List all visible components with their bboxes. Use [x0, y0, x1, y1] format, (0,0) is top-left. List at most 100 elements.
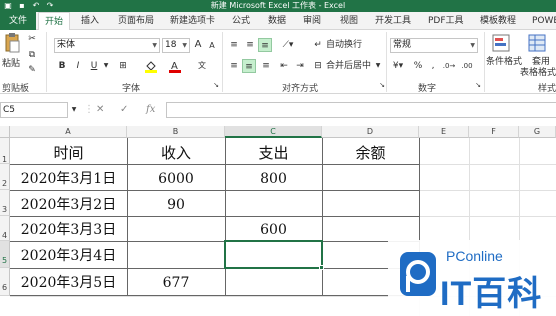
undo-icon[interactable]: ↶: [30, 1, 42, 11]
increase-indent-icon[interactable]: ⇥: [294, 59, 306, 73]
wrap-text-icon[interactable]: ↵: [312, 38, 324, 52]
table-cell[interactable]: 2020年3月1日: [10, 168, 127, 190]
tab-home[interactable]: 开始: [38, 12, 70, 31]
tab-formulas[interactable]: 公式: [232, 12, 250, 30]
row-header-1[interactable]: 1: [0, 138, 10, 164]
number-format-combo[interactable]: 常规 ▼: [390, 38, 478, 53]
table-cell[interactable]: 6000: [127, 168, 225, 190]
font-dialog-launcher-icon[interactable]: ↘: [212, 78, 220, 92]
table-cell[interactable]: 2020年3月2日: [10, 194, 127, 216]
shrink-font-button[interactable]: A: [206, 39, 218, 53]
copy-icon[interactable]: ⧉: [26, 48, 38, 62]
table-cell[interactable]: 800: [225, 168, 322, 190]
chevron-down-icon[interactable]: ▼: [70, 103, 78, 117]
merge-center-icon[interactable]: ⊟: [312, 59, 324, 73]
group-clipboard-label: 剪贴板: [2, 84, 30, 94]
name-box[interactable]: C5: [0, 102, 68, 118]
column-header-b[interactable]: B: [127, 126, 225, 138]
alignment-dialog-launcher-icon[interactable]: ↘: [378, 78, 386, 92]
merge-center-button[interactable]: 合并后居中: [326, 60, 371, 72]
column-header-g[interactable]: G: [519, 126, 556, 138]
cancel-icon[interactable]: ✕: [96, 102, 104, 118]
tab-developer[interactable]: 开发工具: [375, 12, 411, 30]
save-icon[interactable]: ▪: [16, 1, 28, 11]
table-cell[interactable]: 2020年3月3日: [10, 219, 127, 241]
column-header-d[interactable]: D: [322, 126, 419, 138]
align-bottom-icon[interactable]: ≡: [258, 38, 272, 52]
grow-font-button[interactable]: A: [192, 38, 204, 52]
orientation-icon[interactable]: ⟋▾: [278, 38, 298, 52]
font-color-icon[interactable]: A: [168, 59, 182, 73]
align-middle-icon[interactable]: ≡: [244, 38, 256, 52]
decrease-indent-icon[interactable]: ⇤: [278, 59, 290, 73]
header-cell-balance[interactable]: 余额: [322, 142, 419, 164]
row-header-5[interactable]: 5: [0, 241, 10, 268]
paste-icon[interactable]: [4, 33, 20, 55]
insert-function-icon[interactable]: fx: [146, 102, 155, 118]
selected-cell-c5[interactable]: [224, 240, 323, 269]
enter-icon[interactable]: ✓: [120, 102, 128, 118]
header-cell-expense[interactable]: 支出: [225, 142, 322, 164]
table-cell[interactable]: 600: [225, 219, 322, 241]
row-header-6[interactable]: 6: [0, 268, 10, 296]
column-header-c[interactable]: C: [225, 126, 322, 138]
chevron-down-icon[interactable]: ▼: [102, 59, 110, 73]
align-top-icon[interactable]: ≡: [228, 38, 240, 52]
decrease-decimal-icon[interactable]: .00: [460, 59, 474, 73]
cut-icon[interactable]: ✂: [26, 32, 38, 46]
comma-button[interactable]: ,: [428, 59, 438, 73]
select-all-corner[interactable]: [0, 126, 10, 138]
table-cell[interactable]: 90: [127, 194, 225, 216]
row-header-3[interactable]: 3: [0, 190, 10, 216]
font-name-combo[interactable]: 宋体 ▼: [54, 38, 160, 53]
border-icon[interactable]: ⊞: [116, 59, 130, 73]
tab-templates[interactable]: 模板教程: [480, 12, 516, 30]
title-bar: 新建 Microsoft Excel 工作表 - Excel ▣ ▪ ↶ ↷: [0, 0, 556, 12]
column-header-e[interactable]: E: [419, 126, 469, 138]
tab-review[interactable]: 审阅: [303, 12, 321, 30]
bold-button[interactable]: B: [56, 59, 68, 73]
conditional-format-button[interactable]: 条件格式: [486, 56, 522, 68]
format-table-button-line2[interactable]: 表格格式: [520, 67, 556, 79]
conditional-format-icon[interactable]: [492, 34, 510, 52]
font-size-combo[interactable]: 18 ▼: [162, 38, 190, 53]
tab-power[interactable]: POWE: [532, 12, 556, 30]
table-cell[interactable]: 2020年3月4日: [10, 245, 127, 267]
chevron-down-icon[interactable]: ▼: [374, 59, 382, 73]
align-center-icon[interactable]: ≡: [242, 59, 256, 73]
column-header-f[interactable]: F: [469, 126, 519, 138]
fill-color-icon[interactable]: [144, 59, 158, 73]
tab-file[interactable]: 文件: [0, 12, 36, 30]
redo-icon[interactable]: ↷: [44, 1, 56, 11]
currency-icon[interactable]: ¥▾: [390, 59, 406, 73]
percent-button[interactable]: %: [412, 59, 424, 73]
column-header-a[interactable]: A: [10, 126, 127, 138]
tab-page-layout[interactable]: 页面布局: [118, 12, 154, 30]
italic-button[interactable]: I: [72, 59, 84, 73]
number-dialog-launcher-icon[interactable]: ↘: [474, 78, 482, 92]
row-header-4[interactable]: 4: [0, 216, 10, 241]
align-left-icon[interactable]: ≡: [228, 59, 240, 73]
tab-insert[interactable]: 插入: [81, 12, 99, 30]
tab-pdf[interactable]: PDF工具: [428, 12, 464, 30]
tab-view[interactable]: 视图: [340, 12, 358, 30]
row-header-2[interactable]: 2: [0, 164, 10, 190]
align-right-icon[interactable]: ≡: [260, 59, 272, 73]
fill-handle[interactable]: [319, 265, 324, 270]
tab-data[interactable]: 数据: [268, 12, 286, 30]
table-cell[interactable]: 677: [127, 272, 225, 294]
wrap-text-button[interactable]: 自动换行: [326, 39, 362, 51]
gridline: [419, 164, 556, 165]
increase-decimal-icon[interactable]: .0→: [442, 59, 456, 73]
format-table-icon[interactable]: [528, 34, 546, 52]
underline-button[interactable]: U: [88, 59, 100, 73]
pconline-logo-icon: [398, 250, 438, 302]
tab-new[interactable]: 新建选项卡: [170, 12, 215, 30]
paste-button[interactable]: 粘贴: [2, 58, 20, 70]
phonetic-icon[interactable]: 文: [194, 59, 210, 73]
formula-input[interactable]: [166, 102, 556, 118]
format-painter-icon[interactable]: ✎: [26, 63, 38, 77]
table-cell[interactable]: 2020年3月5日: [10, 272, 127, 294]
header-cell-income[interactable]: 收入: [127, 142, 225, 164]
header-cell-time[interactable]: 时间: [10, 142, 127, 164]
